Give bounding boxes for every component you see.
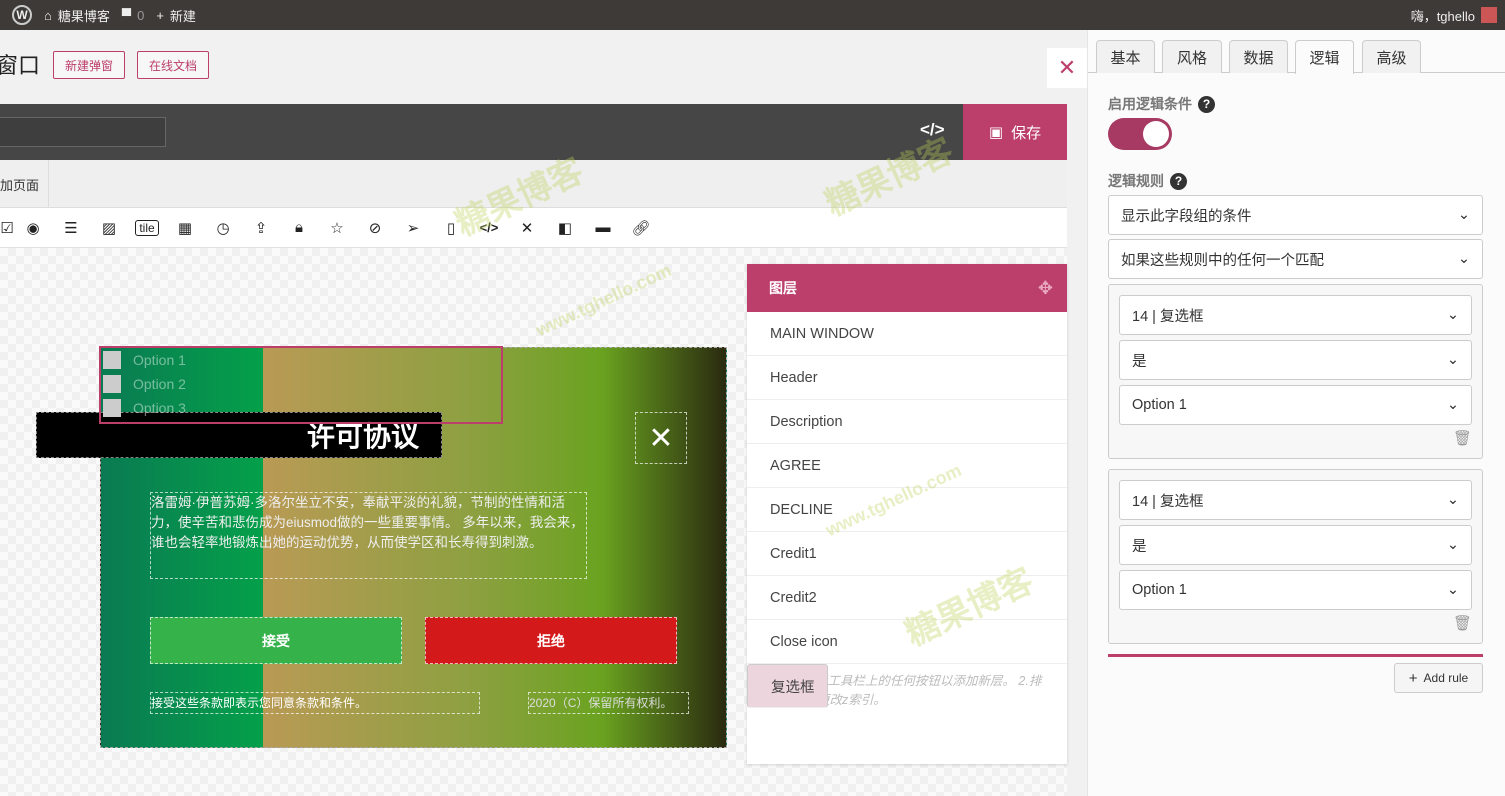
flag-icon[interactable]: ◧ <box>546 219 584 237</box>
editor-header: </> <box>0 104 963 160</box>
layer-item[interactable]: Description <box>747 400 1067 444</box>
home-icon: ⌂ <box>44 7 52 23</box>
new-popup-button[interactable]: 新建弹窗 <box>53 51 126 79</box>
chevron-down-icon: ⌄ <box>1446 537 1459 553</box>
site-link[interactable]: ⌂ 糖果博客 <box>44 6 110 25</box>
chevron-down-icon: ⌄ <box>1446 582 1459 598</box>
layer-item[interactable]: Close icon <box>747 620 1067 664</box>
page-title: 窗口 <box>0 53 41 78</box>
checkbox-option[interactable]: Option 2 <box>101 372 501 396</box>
checkbox-option[interactable]: Option 3 <box>101 396 501 420</box>
x-icon[interactable]: ✕ <box>508 219 546 237</box>
avatar <box>1481 7 1497 23</box>
tab-advanced[interactable]: 高级 <box>1362 40 1421 73</box>
terms-text[interactable]: 接受这些条款即表示您同意条款和条件。 <box>150 692 480 714</box>
settings-panel: 基本 风格 数据 逻辑 高级 启用逻辑条件? 逻辑规则? 显示此字段组的条件 ⌄ … <box>1087 30 1505 796</box>
admin-bar: W ⌂ 糖果博客 ▀ 0 + 新建 嗨，tghello <box>0 0 1505 30</box>
rule-group: 14 | 复选框 ⌄ 是 ⌄ Option 1 ⌄ 🗑︎ <box>1108 469 1483 644</box>
code-icon[interactable]: </> <box>920 120 945 140</box>
chevron-down-icon: ⌄ <box>1446 397 1459 413</box>
layers-panel: 图层 ✥ MAIN WINDOW Header Description AGREE… <box>747 264 1067 764</box>
checkbox-layer[interactable]: Option 1 Option 2 Option 3 <box>99 346 503 424</box>
move-icon[interactable]: ✥ <box>1038 278 1053 299</box>
tab-logic[interactable]: 逻辑 <box>1295 40 1354 74</box>
eye-slash-icon[interactable]: ⊘ <box>356 219 394 237</box>
rule-operator-select[interactable]: 是 ⌄ <box>1119 340 1472 380</box>
ruler-icon[interactable]: ▬ <box>584 219 622 236</box>
copyright-text[interactable]: 2020（C）保留所有权利。 <box>528 692 689 714</box>
decline-button[interactable]: 拒绝 <box>425 617 677 664</box>
popup-name-input[interactable] <box>0 117 166 147</box>
accept-button[interactable]: 接受 <box>150 617 402 664</box>
save-icon: ▣ <box>988 124 1004 141</box>
clock-icon[interactable]: ◷ <box>204 219 242 237</box>
save-button[interactable]: ▣ 保存 <box>963 104 1067 160</box>
tab-style[interactable]: 风格 <box>1162 40 1222 73</box>
radio-icon[interactable]: ◉ <box>14 219 52 237</box>
rule-operator-select[interactable]: 是 ⌄ <box>1119 525 1472 565</box>
enable-logic-label: 启用逻辑条件? <box>1108 94 1215 114</box>
online-docs-button[interactable]: 在线文档 <box>137 51 210 79</box>
rule-group: 14 | 复选框 ⌄ 是 ⌄ Option 1 ⌄ 🗑︎ <box>1108 284 1483 459</box>
tab-data[interactable]: 数据 <box>1229 40 1288 73</box>
layer-item[interactable]: Credit2 <box>747 576 1067 620</box>
tab-add-page[interactable]: 加页面 <box>0 160 49 208</box>
add-rule-button[interactable]: + Add rule <box>1394 663 1483 693</box>
new-link[interactable]: + 新建 <box>156 6 196 25</box>
match-select[interactable]: 如果这些规则中的任何一个匹配 ⌄ <box>1108 239 1483 279</box>
list-icon[interactable]: ☰ <box>52 219 90 237</box>
rule-field-select[interactable]: 14 | 复选框 ⌄ <box>1119 480 1472 520</box>
condition-select[interactable]: 显示此字段组的条件 ⌄ <box>1108 195 1483 235</box>
plus-icon: + <box>1408 669 1418 687</box>
trash-icon[interactable]: 🗑︎ <box>1453 429 1472 447</box>
popup-close-icon[interactable]: ✕ <box>635 412 687 464</box>
user-menu[interactable]: 嗨，tghello <box>1411 6 1497 25</box>
comment-icon: ▀ <box>121 7 132 23</box>
send-icon[interactable]: ➢ <box>394 219 432 237</box>
lock-icon[interactable]: 🔒︎ <box>280 219 318 236</box>
trash-icon[interactable]: 🗑︎ <box>1453 614 1472 632</box>
comments-link[interactable]: ▀ 0 <box>122 8 144 23</box>
layer-item[interactable]: Header <box>747 356 1067 400</box>
rule-field-select[interactable]: 14 | 复选框 ⌄ <box>1119 295 1472 335</box>
checkbox-icon[interactable]: ☑ <box>0 219 14 237</box>
checkbox-option[interactable]: Option 1 <box>101 348 501 372</box>
calendar-icon[interactable]: ▦ <box>166 219 204 237</box>
help-icon[interactable]: ? <box>1198 95 1215 113</box>
layer-item[interactable]: AGREE <box>747 444 1067 488</box>
checkbox-box[interactable] <box>103 351 121 369</box>
element-toolbar: ☑ ◉ ☰ ▨ tile ▦ ◷ ⇪ 🔒︎ ☆ ⊘ ➢ ▯ </> ✕ ◧ ▬ … <box>0 208 1067 248</box>
checkbox-box[interactable] <box>103 375 121 393</box>
layer-item[interactable]: Credit1 <box>747 532 1067 576</box>
star-icon[interactable]: ☆ <box>318 219 356 237</box>
layer-item-selected[interactable]: 复选框 <box>747 664 828 708</box>
chevron-down-icon: ⌄ <box>1457 207 1470 223</box>
upload-icon[interactable]: ⇪ <box>242 219 280 237</box>
image-icon[interactable]: ▨ <box>90 219 128 237</box>
wordpress-logo-icon[interactable]: W <box>12 5 32 25</box>
square-icon[interactable]: ▯ <box>432 219 470 237</box>
divider <box>1108 654 1483 657</box>
plus-icon: + <box>156 7 164 23</box>
help-icon[interactable]: ? <box>1170 172 1187 190</box>
chevron-down-icon: ⌄ <box>1446 492 1459 508</box>
rule-value-select[interactable]: Option 1 ⌄ <box>1119 385 1472 425</box>
checkbox-box[interactable] <box>103 399 121 417</box>
layers-header[interactable]: 图层 ✥ <box>747 264 1067 312</box>
layer-item[interactable]: MAIN WINDOW <box>747 312 1067 356</box>
chevron-down-icon: ⌄ <box>1457 251 1470 267</box>
page-tabs: 加页面 <box>0 160 1067 208</box>
tile-icon[interactable]: tile <box>128 219 166 236</box>
layer-item[interactable]: DECLINE <box>747 488 1067 532</box>
code-icon[interactable]: </> <box>470 220 508 235</box>
close-panel-button[interactable]: ✕ <box>1047 48 1087 88</box>
logic-rules-label: 逻辑规则? <box>1108 171 1187 191</box>
chevron-down-icon: ⌄ <box>1446 352 1459 368</box>
link-icon[interactable]: 🔗︎ <box>622 219 660 237</box>
tab-basic[interactable]: 基本 <box>1096 40 1155 73</box>
rule-value-select[interactable]: Option 1 ⌄ <box>1119 570 1472 610</box>
description-layer[interactable]: 洛雷姆·伊普苏姆·多洛尔坐立不安，奉献平淡的礼貌，节制的性情和活力，使辛苦和悲伤… <box>150 492 587 579</box>
chevron-down-icon: ⌄ <box>1446 307 1459 323</box>
enable-logic-toggle[interactable] <box>1108 118 1172 150</box>
